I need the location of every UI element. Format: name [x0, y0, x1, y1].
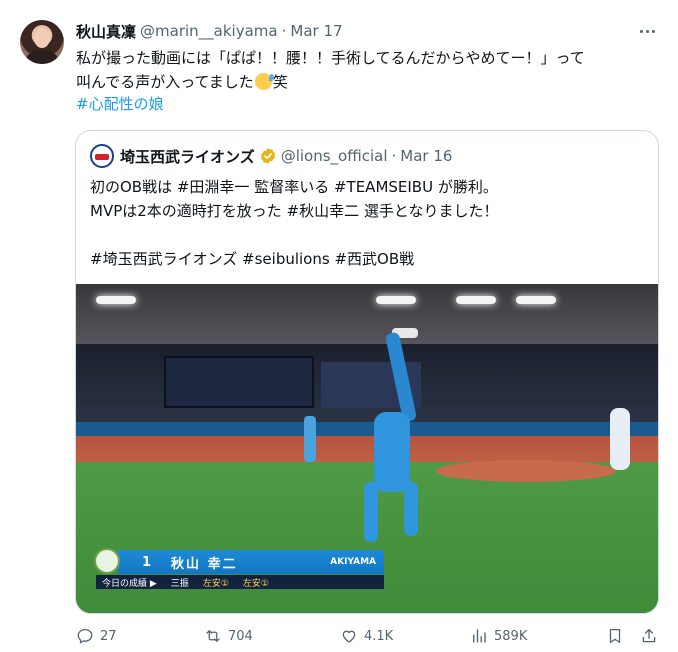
views-button[interactable]: 589K	[470, 624, 527, 648]
today-stats-bar: 今日の成績 ▶ 三振 左安① 左安①	[96, 575, 384, 589]
lions-logo-avatar[interactable]	[90, 144, 114, 168]
tweet-header: 秋山真凜 @marin__akiyama · Mar 17	[76, 20, 658, 42]
share-icon	[642, 628, 656, 643]
stat-result: 左安①	[242, 578, 269, 589]
player-name: 秋山 幸二	[171, 556, 238, 572]
quoted-account-name[interactable]: 埼玉西武ライオンズ	[120, 146, 255, 167]
lions-broadcast-logo-icon	[94, 548, 120, 574]
views-chart-icon	[473, 629, 486, 643]
tweet-text: 私が撮った動画には「ぱぱ！！腰！！手術してるんだからやめてー！」って 叫んでる声…	[76, 46, 656, 94]
stadium-light	[96, 296, 136, 304]
like-button[interactable]: 4.1K	[340, 624, 393, 648]
stats-label: 今日の成績 ▶	[102, 578, 157, 589]
scoreboard	[164, 356, 314, 408]
author-handle[interactable]: @marin__akiyama	[140, 22, 278, 40]
quoted-tweet-date[interactable]: Mar 16	[400, 147, 452, 165]
broadcast-lower-third: 1 秋山 幸二 AKIYAMA 今日の成績 ▶ 三振 左安① 左安①	[94, 548, 384, 589]
quoted-tweet[interactable]: 埼玉西武ライオンズ @lions_official · Mar 16 初のOB戦…	[75, 130, 659, 614]
quoted-tweet-header: 埼玉西武ライオンズ @lions_official · Mar 16	[90, 144, 452, 168]
mascot-figure	[610, 408, 630, 470]
stadium-light	[456, 296, 496, 304]
reply-count: 27	[100, 628, 117, 644]
like-count: 4.1K	[364, 628, 394, 644]
repost-button[interactable]: 704	[204, 624, 253, 648]
reply-button[interactable]: 27	[76, 624, 117, 648]
tweet-action-bar: 27 704 4.1K 589K	[76, 624, 660, 648]
avatar-shirt	[26, 50, 58, 64]
sweat-smile-emoji-icon	[254, 73, 274, 90]
repost-icon	[206, 630, 220, 642]
tweet-date[interactable]: Mar 17	[290, 22, 342, 40]
author-name[interactable]: 秋山真凜	[76, 21, 136, 42]
cartwheel-player	[364, 328, 424, 558]
tweet-text-line-2-main: 叫んでる声が入ってました	[76, 73, 254, 91]
quoted-video[interactable]: 1 秋山 幸二 AKIYAMA 今日の成績 ▶ 三振 左安① 左安①	[76, 284, 658, 613]
player-number: 1	[142, 554, 152, 570]
pitchers-mound	[436, 460, 616, 482]
avatar-face	[34, 28, 50, 48]
stat-result: 三振	[170, 578, 189, 589]
share-button[interactable]	[640, 624, 658, 648]
stat-result: 左安①	[202, 578, 229, 589]
tweet-text-line-2: 叫んでる声が入ってました笑	[76, 70, 656, 94]
views-count: 589K	[494, 628, 528, 644]
stadium-light	[376, 296, 416, 304]
stadium-light	[516, 296, 556, 304]
more-options-icon[interactable]	[636, 20, 658, 42]
quoted-account-handle[interactable]: @lions_official	[281, 147, 388, 165]
heart-icon	[342, 630, 356, 643]
bookmark-button[interactable]	[606, 624, 624, 648]
bookmark-icon	[609, 628, 621, 644]
background-player	[304, 416, 316, 462]
player-name-roman: AKIYAMA	[330, 557, 376, 567]
reply-icon	[77, 628, 93, 644]
hashtag-link[interactable]: #心配性の娘	[76, 94, 164, 114]
tweet[interactable]: 秋山真凜 @marin__akiyama · Mar 17 私が撮った動画には「…	[0, 0, 678, 652]
quoted-tweet-text: 初のOB戦は #田淵幸一 監督率いる #TEAMSEIBU が勝利。 MVPは2…	[90, 178, 499, 268]
tweet-text-line-2-tail: 笑	[272, 73, 288, 91]
repost-count: 704	[228, 628, 253, 644]
separator-dot: ·	[281, 22, 287, 40]
author-avatar[interactable]	[20, 20, 64, 64]
quoted-separator-dot: ·	[391, 147, 397, 165]
tweet-text-line-1: 私が撮った動画には「ぱぱ！！腰！！手術してるんだからやめてー！」って	[76, 49, 585, 67]
verified-badge-icon	[260, 148, 275, 164]
player-name-bar: 1 秋山 幸二 AKIYAMA	[118, 550, 384, 574]
